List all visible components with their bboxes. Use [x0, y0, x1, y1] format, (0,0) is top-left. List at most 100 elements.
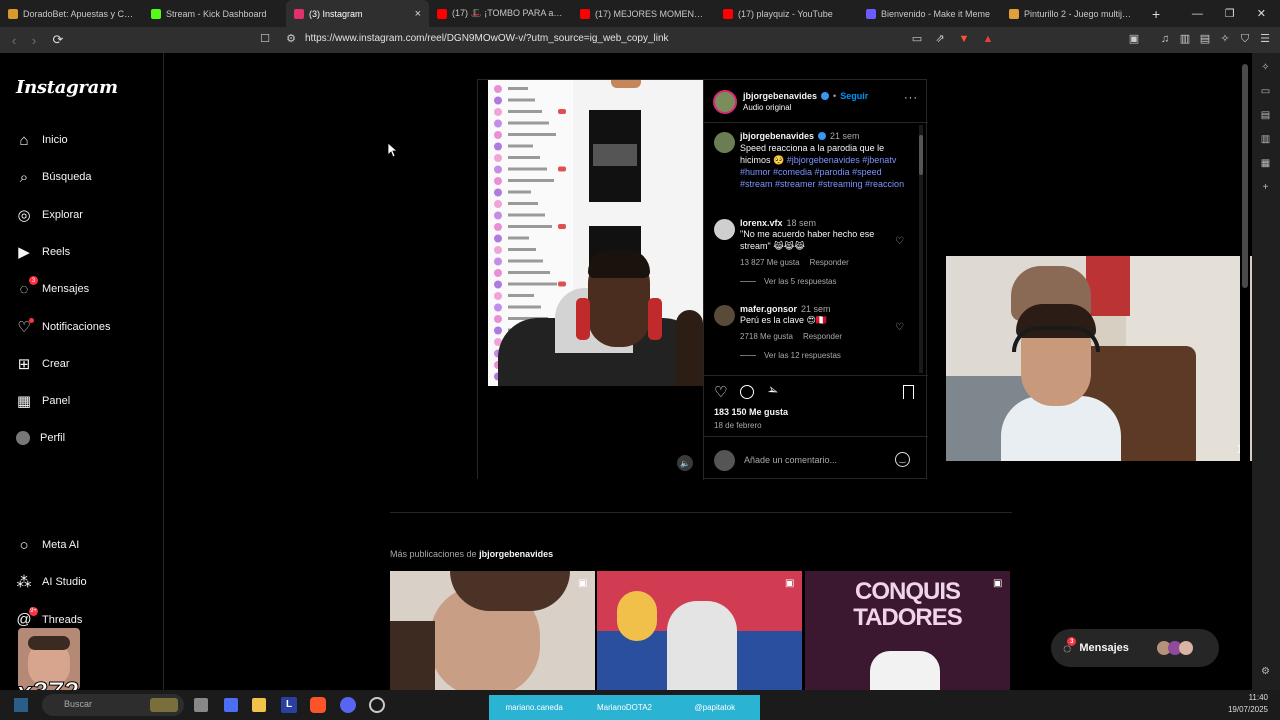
comments-scroll-thumb[interactable]	[919, 135, 923, 175]
sidebar-item-ai-studio[interactable]: ⁂ AI Studio	[16, 571, 87, 593]
mute-icon[interactable]: 🔈	[677, 455, 693, 471]
browser-tab-1[interactable]: Stream - Kick Dashboard	[143, 0, 286, 27]
settings-icon[interactable]: ⚙	[1259, 666, 1272, 679]
view-replies-line	[740, 355, 756, 356]
cast-icon[interactable]: ▭	[910, 32, 924, 46]
comment-likes[interactable]: 13 827 Me gusta	[740, 258, 800, 267]
comment-like-icon[interactable]: ♡	[895, 322, 904, 333]
reel-video[interactable]	[488, 80, 703, 386]
letter-l-app-icon[interactable]: L	[281, 697, 297, 713]
more-posts-user[interactable]: jbjorgebenavides	[479, 549, 553, 559]
panel-icon[interactable]: ▥	[1178, 32, 1192, 46]
grid-icon[interactable]: ▦	[1259, 158, 1272, 171]
view-replies-button[interactable]: Ver las 5 respuestas	[764, 277, 836, 286]
brave-rewards-icon[interactable]: ▲	[981, 32, 995, 46]
reading-list-icon[interactable]: ▭	[1259, 86, 1272, 99]
browser-tab-5[interactable]: (17) playquiz - YouTube	[715, 0, 858, 27]
back-icon[interactable]: ‹	[4, 33, 24, 48]
browser-tab-4[interactable]: (17) MEJORES MOMENTOS KC	[572, 0, 715, 27]
browser-tab-0[interactable]: DoradoBet: Apuestas y Casino	[0, 0, 143, 27]
more-options-icon[interactable]: ···	[904, 92, 918, 104]
sidebar-item-mensajes[interactable]: ◌ 3 Mensajes	[16, 276, 89, 300]
forward-icon[interactable]: ›	[24, 33, 44, 48]
save-icon[interactable]	[903, 385, 914, 399]
browser-tab-7[interactable]: Pinturillo 2 - Juego multijugador	[1001, 0, 1144, 27]
reply-button[interactable]: Responder	[803, 332, 842, 341]
menu-icon[interactable]: ☰	[1258, 32, 1272, 46]
sidebar-item-crear[interactable]: ⊞ Crear	[16, 353, 70, 375]
audio-label[interactable]: Audio original	[743, 103, 791, 112]
comment-username[interactable]: lorenx.vfx	[740, 218, 783, 228]
messages-pill[interactable]: ◌ 3 Mensajes	[1051, 629, 1219, 667]
obs-icon[interactable]	[369, 697, 385, 713]
thumbnail-1[interactable]: ▣	[390, 571, 595, 690]
tab-title: Stream - Kick Dashboard	[166, 8, 267, 19]
vpn-icon[interactable]: ⛉	[1238, 32, 1252, 46]
comment-likes[interactable]: 2718 Me gusta	[740, 332, 793, 341]
sidebar-item-busqueda[interactable]: ⌕ Búsqueda	[16, 166, 92, 188]
discord-icon[interactable]	[340, 697, 356, 713]
comment-avatar[interactable]	[714, 305, 735, 326]
chat-line	[508, 179, 554, 182]
caption-username[interactable]: jbjorgebenavides	[740, 131, 814, 141]
chat-line	[508, 110, 542, 113]
close-tab-icon[interactable]: ×	[415, 8, 421, 20]
sidebar-item-meta-ai[interactable]: ○ Meta AI	[16, 534, 79, 556]
sidebar-item-notificaciones[interactable]: ♡ Notificaciones	[16, 316, 110, 338]
sidebar-item-reels[interactable]: ▶ Reels	[16, 241, 70, 263]
site-info-icon[interactable]: ⚙	[284, 32, 298, 46]
caption-avatar[interactable]	[714, 132, 735, 153]
app-icon[interactable]	[224, 698, 238, 712]
author-avatar[interactable]	[713, 90, 737, 114]
author-username[interactable]: jbjorgebenavides	[743, 91, 817, 101]
add-comment-input[interactable]: Añade un comentario...	[744, 455, 837, 465]
instagram-logo[interactable]: Instagram	[16, 77, 118, 98]
brave-shield-icon[interactable]: ▼	[957, 32, 971, 46]
window-controls: — ❐ ✕	[1192, 0, 1280, 27]
wallet-icon[interactable]: ▤	[1198, 32, 1212, 46]
view-replies-button[interactable]: Ver las 12 respuestas	[764, 351, 841, 360]
sidebar-toggle-icon[interactable]: ▣	[1127, 32, 1141, 46]
sidebar-item-panel[interactable]: ▦ Panel	[16, 390, 70, 412]
share-icon[interactable]: ⇗	[933, 32, 947, 46]
taskbar-search[interactable]: Buscar	[42, 694, 184, 716]
url-field[interactable]: https://www.instagram.com/reel/DGN9MOwOW…	[305, 33, 669, 44]
bookmarks-sidebar-icon[interactable]: ▤	[1259, 110, 1272, 123]
minimize-icon[interactable]: —	[1192, 8, 1203, 20]
sidebar-item-explorar[interactable]: ◎ Explorar	[16, 204, 83, 226]
emoji-icon[interactable]: ‿	[895, 452, 910, 467]
notification-badge: 9+	[29, 606, 38, 616]
reload-icon[interactable]: ⟳	[48, 32, 68, 48]
like-icon[interactable]: ♡	[714, 383, 727, 401]
comment-icon[interactable]	[740, 385, 754, 399]
emote-hair	[28, 636, 70, 650]
leo-sidebar-icon[interactable]: ✧	[1259, 62, 1272, 75]
thumbnail-3[interactable]: CONQUIS TADORES ▣	[805, 571, 1010, 690]
maximize-icon[interactable]: ❐	[1225, 7, 1235, 20]
bookmark-icon[interactable]: ☐	[258, 32, 272, 46]
add-panel-icon[interactable]: +	[1259, 182, 1272, 195]
reply-button[interactable]: Responder	[810, 258, 849, 267]
follow-button[interactable]: Seguir	[840, 91, 868, 101]
task-view-icon[interactable]	[194, 698, 208, 712]
sidebar-item-perfil[interactable]: Perfil	[16, 427, 65, 449]
comment-like-icon[interactable]: ♡	[895, 236, 904, 247]
windows-start-icon[interactable]	[14, 698, 28, 712]
comment-username[interactable]: mafer.gonsor	[740, 304, 797, 314]
comment-avatar[interactable]	[714, 219, 735, 240]
browser-tab-2[interactable]: (3) Instagram ×	[286, 0, 429, 27]
history-icon[interactable]: ▥	[1259, 134, 1272, 147]
sidebar-item-inicio[interactable]: ⌂ Inicio	[16, 129, 67, 151]
new-tab-button[interactable]: +	[1144, 6, 1168, 22]
file-explorer-icon[interactable]	[252, 698, 266, 712]
leo-icon[interactable]: ✧	[1218, 32, 1232, 46]
likes-count[interactable]: 183 150 Me gusta	[714, 407, 788, 417]
close-window-icon[interactable]: ✕	[1257, 7, 1266, 20]
brave-taskbar-icon[interactable]	[310, 697, 326, 713]
media-icon[interactable]: ♫	[1158, 32, 1172, 46]
thumbnail-2[interactable]: ▣	[597, 571, 802, 690]
system-clock[interactable]: 11:40 19/07/2025	[1228, 692, 1268, 716]
page-scroll-thumb[interactable]	[1242, 64, 1248, 288]
browser-tab-6[interactable]: Bienvenido - Make it Meme	[858, 0, 1001, 27]
browser-tab-3[interactable]: (17) 🎩 ¡TOMBO PARA a Daan	[429, 0, 572, 27]
